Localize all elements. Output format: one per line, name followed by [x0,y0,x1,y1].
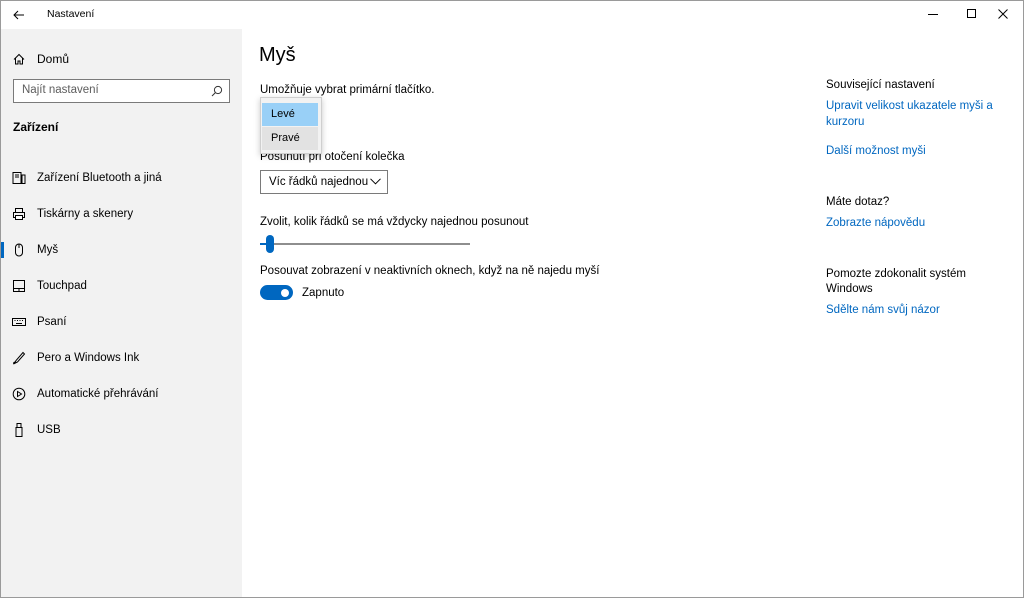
lines-slider[interactable] [260,235,470,253]
search-box[interactable] [13,79,230,103]
sidebar-item-typing[interactable]: Psaní [1,304,242,340]
home-label: Domů [37,52,70,66]
scroll-dropdown[interactable]: Víc řádků najednou [260,170,388,194]
arrow-left-icon [13,10,24,20]
pen-icon [12,351,26,365]
sidebar-item-label: Tiskárny a skenery [37,208,134,220]
chevron-down-icon [370,178,381,185]
related-settings-heading: Související nastavení [826,79,935,91]
keyboard-icon [12,315,26,329]
option-left[interactable]: Levé [262,103,318,126]
section-title: Zařízení [13,120,59,134]
sidebar-item-label: USB [37,424,61,436]
touchpad-icon [12,279,26,293]
sidebar-item-label: Myš [37,244,59,256]
primary-button-dropdown-list: Levé Pravé [260,97,322,154]
mouse-icon [12,243,26,257]
usb-icon [12,423,26,437]
toggle-state-label: Zapnuto [302,287,345,299]
page-title: Myš [259,44,296,66]
get-help-link[interactable]: Zobrazte nápovědu [826,215,1006,231]
close-button[interactable] [984,1,1022,27]
sidebar-item-label: Touchpad [37,280,87,292]
close-icon [998,9,1008,19]
autoplay-icon [12,387,26,401]
sidebar-item-usb[interactable]: USB [1,412,242,448]
sidebar-item-printers[interactable]: Tiskárny a skenery [1,196,242,232]
maximize-icon [967,9,976,18]
search-icon[interactable] [211,85,223,97]
app-title: Nastavení [47,8,95,20]
minimize-icon [928,14,938,15]
sidebar-item-pen[interactable]: Pero a Windows Ink [1,340,242,376]
option-right[interactable]: Pravé [262,127,318,150]
sidebar-home[interactable]: Domů [13,49,69,69]
scroll-dropdown-value: Víc řádků najednou [269,176,369,188]
feedback-link[interactable]: Sdělte nám svůj názor [826,302,1006,318]
slider-track [260,243,470,245]
primary-button-label: Umožňuje vybrat primární tlačítko. [260,84,435,96]
sidebar-item-label: Pero a Windows Ink [37,352,140,364]
slider-thumb[interactable] [266,235,274,253]
sidebar-item-mouse[interactable]: Myš [1,232,242,268]
minimize-button[interactable] [914,1,952,27]
pointer-size-link[interactable]: Upravit velikost ukazatele myši a kurzor… [826,98,1006,130]
more-mouse-options-link[interactable]: Další možnost myši [826,143,1006,159]
sidebar-item-touchpad[interactable]: Touchpad [1,268,242,304]
sidebar-item-label: Zařízení Bluetooth a jiná [37,172,162,184]
devices-icon [12,171,26,185]
lines-label: Zvolit, kolik řádků se má vždycky najedn… [260,216,529,228]
sidebar-item-label: Automatické přehrávání [37,388,159,400]
sidebar-item-autoplay[interactable]: Automatické přehrávání [1,376,242,412]
sidebar-item-bluetooth[interactable]: Zařízení Bluetooth a jiná [1,160,242,196]
sidebar-nav: Zařízení Bluetooth a jiná Tiskárny a ske… [1,160,242,448]
question-heading: Máte dotaz? [826,196,890,208]
back-button[interactable] [7,5,31,25]
home-icon [13,53,25,65]
sidebar-item-label: Psaní [37,316,67,328]
sidebar: Domů Zařízení Zařízení Bluetooth a jiná … [1,29,242,597]
toggle-knob [281,288,289,297]
inactive-scroll-label: Posouvat zobrazení v neaktivních oknech,… [260,265,600,277]
inactive-scroll-toggle[interactable] [260,285,293,300]
search-input[interactable] [22,80,207,100]
improve-heading: Pomozte zdokonalit systém Windows [826,268,966,295]
title-bar: Nastavení [1,1,1023,29]
printer-icon [12,207,26,221]
